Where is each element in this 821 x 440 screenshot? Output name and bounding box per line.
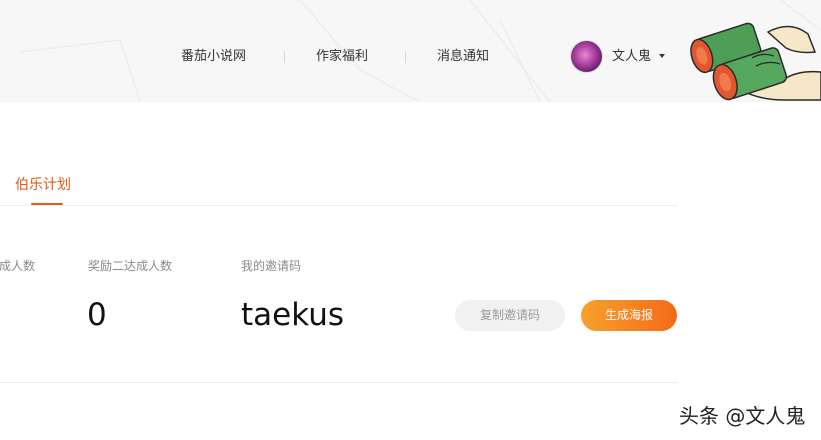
section-divider	[0, 382, 678, 383]
watermark: 头条 @文人鬼	[679, 404, 806, 428]
user-name[interactable]: 文人鬼	[612, 48, 651, 66]
stat-value-reward2-count: 0	[87, 297, 107, 333]
copy-invite-code-button[interactable]: 复制邀请码	[455, 300, 565, 331]
nav-notifications[interactable]: 消息通知	[437, 48, 489, 66]
chevron-down-icon[interactable]	[659, 54, 665, 58]
nav-separator	[405, 51, 406, 63]
top-header: 番茄小说网 作家福利 消息通知 文人鬼	[0, 0, 821, 102]
generate-poster-button[interactable]: 生成海报	[581, 300, 677, 331]
invite-code-value: taekus	[241, 297, 345, 333]
avatar[interactable]	[571, 41, 602, 72]
tab-bole-plan[interactable]: 伯乐计划	[15, 176, 71, 194]
binoculars-mascot-icon	[690, 22, 821, 101]
stat-label-invite-code: 我的邀请码	[241, 259, 302, 273]
tab-divider	[0, 205, 678, 206]
nav-fanqie-novel[interactable]: 番茄小说网	[181, 48, 246, 66]
nav-separator	[284, 51, 285, 63]
nav-author-benefits[interactable]: 作家福利	[316, 48, 368, 66]
stat-label-reward2-count: 奖励二达成人数	[88, 259, 173, 273]
stat-label-achieved-count: 成人数	[0, 259, 36, 273]
